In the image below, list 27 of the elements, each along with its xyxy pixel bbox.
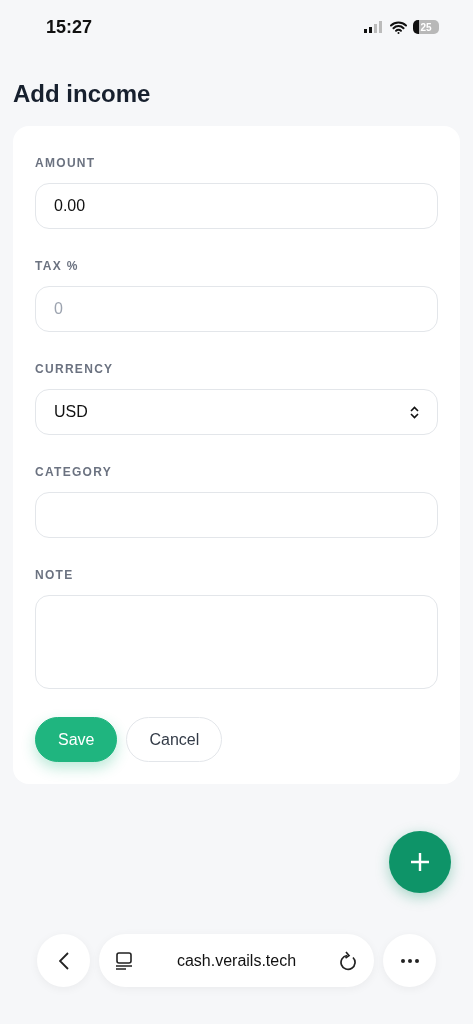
cancel-button[interactable]: Cancel	[126, 717, 223, 762]
field-label: TAX %	[35, 259, 80, 273]
page-title: Add income	[13, 80, 152, 108]
plus-icon	[410, 852, 430, 872]
more-icon	[400, 958, 419, 963]
url-text: cash.verails.tech	[176, 951, 297, 970]
reload-icon[interactable]	[340, 950, 358, 971]
more-button[interactable]	[383, 934, 436, 987]
field-label: CURRENCY	[35, 362, 115, 376]
field-label: NOTE	[35, 568, 75, 582]
field-label: AMOUNT	[35, 156, 97, 170]
clock: 15:27	[46, 16, 93, 38]
back-icon	[58, 951, 69, 970]
input-field[interactable]: 0.00	[35, 183, 438, 229]
field-label: CATEGORY	[35, 465, 114, 479]
input-field[interactable]: 0	[35, 286, 438, 332]
battery-level: 25	[413, 20, 439, 34]
back-button[interactable]	[37, 934, 90, 987]
wifi-icon	[390, 20, 407, 34]
select-field[interactable]: USD	[35, 389, 438, 435]
chevron-updown-icon	[410, 405, 419, 419]
input-field[interactable]	[35, 492, 438, 538]
add-button[interactable]	[389, 831, 451, 893]
tabs-icon	[115, 951, 133, 970]
signal-icon	[364, 21, 384, 33]
text-area[interactable]	[35, 595, 438, 689]
address-bar[interactable]: cash.verails.tech	[99, 934, 374, 987]
